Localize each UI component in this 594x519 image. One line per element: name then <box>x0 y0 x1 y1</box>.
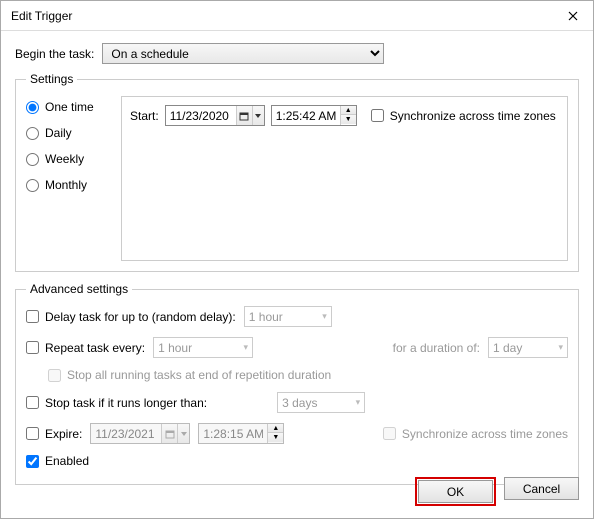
start-time-picker[interactable]: ▲ ▼ <box>271 105 357 126</box>
expire-date-picker <box>90 423 190 444</box>
cancel-button[interactable]: Cancel <box>504 477 579 500</box>
start-date-input[interactable] <box>166 106 236 125</box>
ok-button-highlight: OK <box>415 477 496 506</box>
one-time-panel: Start: <box>121 96 568 261</box>
start-time-input[interactable] <box>272 106 340 125</box>
radio-monthly[interactable]: Monthly <box>26 178 121 192</box>
sync-timezones-label: Synchronize across time zones <box>390 109 556 123</box>
radio-weekly-input[interactable] <box>26 153 39 166</box>
calendar-icon <box>165 429 175 439</box>
begin-task-row: Begin the task: On a schedule <box>15 43 579 64</box>
stop-longer-label: Stop task if it runs longer than: <box>45 396 207 410</box>
expire-date-input <box>91 424 161 443</box>
delay-task-value: 1 hour <box>249 310 283 324</box>
start-label: Start: <box>130 109 159 123</box>
chevron-down-icon: ▾ <box>244 342 249 353</box>
chevron-down-icon: ▾ <box>356 397 361 408</box>
radio-weekly[interactable]: Weekly <box>26 152 121 166</box>
radio-monthly-input[interactable] <box>26 179 39 192</box>
chevron-down-icon <box>253 111 263 121</box>
stop-repetition-input <box>48 369 61 382</box>
sync-timezones-checkbox[interactable]: Synchronize across time zones <box>371 109 556 123</box>
expire-input[interactable] <box>26 427 39 440</box>
expire-time-spinner: ▲ ▼ <box>267 424 283 443</box>
window-title: Edit Trigger <box>11 9 72 23</box>
radio-daily-label: Daily <box>45 126 72 140</box>
stop-repetition-label: Stop all running tasks at end of repetit… <box>67 368 331 382</box>
chevron-down-icon: ▾ <box>322 311 327 322</box>
expire-date-dropdown-button <box>177 424 189 443</box>
stop-longer-input[interactable] <box>26 396 39 409</box>
advanced-legend: Advanced settings <box>26 282 132 296</box>
expire-sync-checkbox: Synchronize across time zones <box>383 427 568 441</box>
delay-task-checkbox[interactable]: Delay task for up to (random delay): <box>26 310 236 324</box>
sync-timezones-input[interactable] <box>371 109 384 122</box>
radio-daily-input[interactable] <box>26 127 39 140</box>
expire-sync-input <box>383 427 396 440</box>
radio-daily[interactable]: Daily <box>26 126 121 140</box>
close-icon <box>568 11 578 21</box>
delay-task-combo: 1 hour ▾ <box>244 306 332 327</box>
enabled-input[interactable] <box>26 455 39 468</box>
edit-trigger-dialog: Edit Trigger Begin the task: On a schedu… <box>0 0 594 519</box>
dialog-footer: OK Cancel <box>415 477 579 506</box>
start-time-spinner[interactable]: ▲ ▼ <box>340 106 356 125</box>
spin-down-icon[interactable]: ▼ <box>341 115 356 124</box>
radio-one-time[interactable]: One time <box>26 100 121 114</box>
stop-longer-checkbox[interactable]: Stop task if it runs longer than: <box>26 396 207 410</box>
advanced-settings-group: Advanced settings Delay task for up to (… <box>15 282 579 485</box>
spin-up-icon[interactable]: ▲ <box>341 106 356 115</box>
expire-date-calendar-button <box>161 424 177 443</box>
dialog-body: Begin the task: On a schedule Settings O… <box>1 31 593 505</box>
start-date-calendar-button[interactable] <box>236 106 252 125</box>
begin-task-label: Begin the task: <box>15 47 94 61</box>
repeat-task-label: Repeat task every: <box>45 341 145 355</box>
calendar-icon <box>239 111 249 121</box>
duration-label: for a duration of: <box>393 341 480 355</box>
settings-group: Settings One time Daily Weekly <box>15 72 579 272</box>
start-date-picker[interactable] <box>165 105 265 126</box>
titlebar: Edit Trigger <box>1 1 593 31</box>
begin-task-select[interactable]: On a schedule <box>102 43 384 64</box>
expire-time-picker: ▲ ▼ <box>198 423 284 444</box>
close-button[interactable] <box>553 1 593 30</box>
delay-task-label: Delay task for up to (random delay): <box>45 310 236 324</box>
start-date-dropdown-button[interactable] <box>252 106 264 125</box>
radio-one-time-label: One time <box>45 100 94 114</box>
radio-weekly-label: Weekly <box>45 152 84 166</box>
expire-checkbox[interactable]: Expire: <box>26 427 82 441</box>
duration-combo: 1 day ▾ <box>488 337 568 358</box>
radio-monthly-label: Monthly <box>45 178 87 192</box>
chevron-down-icon: ▾ <box>558 342 563 353</box>
enabled-checkbox[interactable]: Enabled <box>26 454 89 468</box>
expire-time-input <box>199 424 267 443</box>
stop-longer-combo: 3 days ▾ <box>277 392 365 413</box>
chevron-down-icon <box>179 429 189 439</box>
repeat-task-checkbox[interactable]: Repeat task every: <box>26 341 145 355</box>
enabled-label: Enabled <box>45 454 89 468</box>
spin-up-icon: ▲ <box>268 424 283 433</box>
settings-legend: Settings <box>26 72 77 86</box>
repeat-task-value: 1 hour <box>158 341 192 355</box>
radio-one-time-input[interactable] <box>26 101 39 114</box>
duration-value: 1 day <box>493 341 522 355</box>
delay-task-input[interactable] <box>26 310 39 323</box>
schedule-radios: One time Daily Weekly Monthly <box>26 96 121 261</box>
ok-button[interactable]: OK <box>418 480 493 503</box>
repeat-task-combo: 1 hour ▾ <box>153 337 253 358</box>
expire-label: Expire: <box>45 427 82 441</box>
stop-longer-value: 3 days <box>282 396 317 410</box>
expire-sync-label: Synchronize across time zones <box>402 427 568 441</box>
spin-down-icon: ▼ <box>268 433 283 442</box>
stop-repetition-checkbox: Stop all running tasks at end of repetit… <box>48 368 331 382</box>
repeat-task-input[interactable] <box>26 341 39 354</box>
